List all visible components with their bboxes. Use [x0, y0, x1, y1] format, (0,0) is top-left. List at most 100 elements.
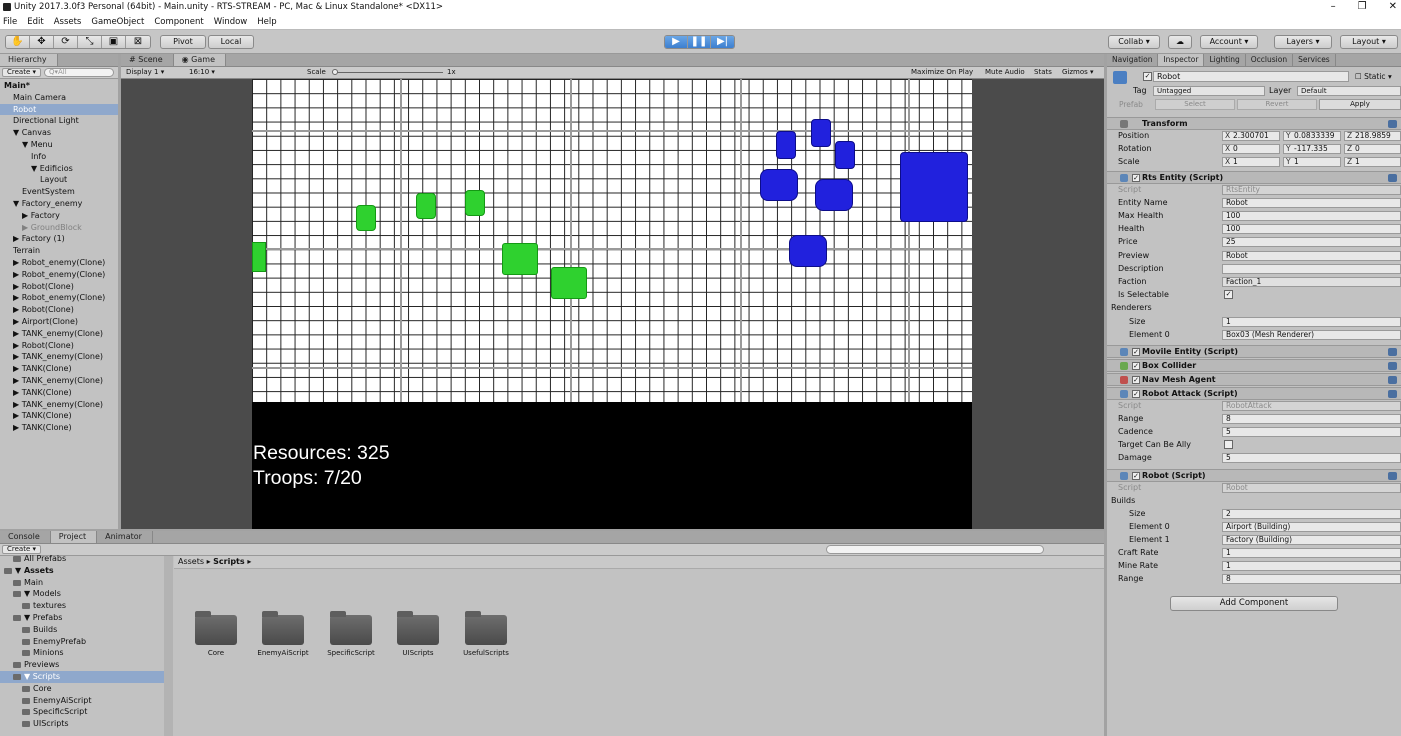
enemy-robot[interactable]: [835, 141, 855, 169]
faction-dropdown[interactable]: Faction_1: [1222, 277, 1401, 287]
local-toggle[interactable]: Local: [208, 35, 254, 49]
hierarchy-item[interactable]: ▶ TANK_enemy(Clone): [0, 375, 118, 387]
project-tree-item[interactable]: UIScripts: [0, 718, 164, 730]
hierarchy-item[interactable]: Layout: [0, 174, 118, 186]
maximize-on-play-toggle[interactable]: Maximize On Play: [911, 67, 973, 78]
scale-slider[interactable]: [333, 72, 443, 73]
player-tank[interactable]: [252, 242, 266, 272]
mine-rate-input[interactable]: 1: [1222, 561, 1401, 571]
builds-size-input[interactable]: 2: [1222, 509, 1401, 519]
player-tank[interactable]: [551, 267, 587, 299]
account-dropdown[interactable]: Account ▾: [1200, 35, 1258, 49]
project-tree-item[interactable]: ▼ Models: [0, 588, 164, 600]
position-y-field[interactable]: Y 0.0833339: [1283, 131, 1341, 141]
hierarchy-item[interactable]: EventSystem: [0, 186, 118, 198]
active-checkbox[interactable]: ✓: [1143, 72, 1152, 81]
builds-foldout[interactable]: Builds: [1111, 495, 1135, 507]
collab-button[interactable]: Collab ▾: [1108, 35, 1160, 49]
project-tree-item[interactable]: EnemyPrefab: [0, 636, 164, 648]
nav-mesh-agent-component-header[interactable]: ✓ Nav Mesh Agent: [1107, 373, 1401, 386]
craft-rate-input[interactable]: 1: [1222, 548, 1401, 558]
display-dropdown[interactable]: Display 1 ▾: [126, 67, 164, 78]
component-enabled-checkbox[interactable]: ✓: [1132, 362, 1140, 370]
enemy-robot[interactable]: [776, 131, 796, 159]
hierarchy-item[interactable]: ▶ Airport(Clone): [0, 316, 118, 328]
folder-icon[interactable]: [397, 611, 439, 645]
play-button[interactable]: ▶: [665, 36, 688, 48]
component-settings-icon[interactable]: [1388, 174, 1397, 182]
player-robot[interactable]: [416, 193, 436, 219]
tab-inspector[interactable]: Inspector: [1158, 54, 1205, 66]
project-tree-scrollbar[interactable]: [164, 556, 173, 736]
tab-scene[interactable]: # Scene: [121, 54, 174, 66]
prefab-revert-button[interactable]: Revert: [1237, 99, 1317, 110]
scale-slider-handle[interactable]: [332, 69, 338, 75]
position-z-field[interactable]: Z 218.9859: [1344, 131, 1401, 141]
stats-toggle[interactable]: Stats: [1034, 67, 1052, 78]
tab-services[interactable]: Services: [1293, 54, 1336, 66]
transform-tool-icon[interactable]: ⊠: [126, 36, 150, 48]
rotate-tool-icon[interactable]: ⟳: [54, 36, 78, 48]
project-tree-item[interactable]: Minions: [0, 647, 164, 659]
hierarchy-item[interactable]: ▶ Robot_enemy(Clone): [0, 269, 118, 281]
object-name-input[interactable]: Robot: [1153, 71, 1349, 82]
close-button[interactable]: ✕: [1389, 0, 1397, 14]
player-robot[interactable]: [356, 205, 376, 231]
layers-dropdown[interactable]: Layers ▾: [1274, 35, 1332, 49]
hierarchy-item[interactable]: ▶ Robot(Clone): [0, 340, 118, 352]
minimize-button[interactable]: –: [1331, 0, 1336, 14]
layout-dropdown[interactable]: Layout ▾: [1340, 35, 1398, 49]
rts-entity-component-header[interactable]: ✓ Rts Entity (Script): [1107, 171, 1401, 184]
enemy-tank[interactable]: [760, 169, 798, 201]
scale-y-field[interactable]: Y1: [1283, 157, 1341, 167]
hierarchy-item[interactable]: ▶ TANK(Clone): [0, 387, 118, 399]
menu-edit[interactable]: Edit: [27, 14, 43, 29]
hierarchy-item[interactable]: Main Camera: [0, 92, 118, 104]
layer-dropdown[interactable]: Default: [1297, 86, 1401, 96]
component-settings-icon[interactable]: [1388, 390, 1397, 398]
tab-navigation[interactable]: Navigation: [1107, 54, 1159, 66]
builds-element-1-field[interactable]: Factory (Building): [1222, 535, 1401, 545]
pivot-toggle[interactable]: Pivot: [160, 35, 206, 49]
menu-gameobject[interactable]: GameObject: [91, 14, 144, 29]
hierarchy-item[interactable]: ▼ Canvas: [0, 127, 118, 139]
hierarchy-item[interactable]: Main*: [0, 80, 118, 92]
hierarchy-item[interactable]: ▼ Menu: [0, 139, 118, 151]
menu-help[interactable]: Help: [257, 14, 276, 29]
menu-window[interactable]: Window: [214, 14, 248, 29]
component-settings-icon[interactable]: [1388, 376, 1397, 384]
project-tree-item[interactable]: SpecificScript: [0, 706, 164, 718]
rect-tool-icon[interactable]: ▣: [102, 36, 126, 48]
hierarchy-item[interactable]: ▶ TANK_enemy(Clone): [0, 351, 118, 363]
rotation-x-field[interactable]: X0: [1222, 144, 1280, 154]
transform-component-header[interactable]: Transform: [1107, 117, 1401, 130]
preview-object-field[interactable]: Robot: [1222, 251, 1401, 261]
component-enabled-checkbox[interactable]: ✓: [1132, 472, 1140, 480]
project-tree-item[interactable]: ▼ Scripts: [0, 670, 164, 683]
renderers-size-input[interactable]: 1: [1222, 317, 1401, 327]
folder-icon[interactable]: [465, 611, 507, 645]
enemy-robot[interactable]: [811, 119, 831, 147]
aspect-dropdown[interactable]: 16:10 ▾: [189, 67, 215, 78]
hierarchy-item[interactable]: ▶ TANK_enemy(Clone): [0, 399, 118, 411]
game-screen[interactable]: Resources: 325 Troops: 7/20: [252, 79, 972, 529]
project-tree-item[interactable]: Previews: [0, 659, 164, 671]
project-tree-item[interactable]: Core: [0, 683, 164, 695]
menu-file[interactable]: File: [3, 14, 17, 29]
hierarchy-search-input[interactable]: Q▾All: [44, 68, 114, 77]
project-tree-item[interactable]: ▼ Prefabs: [0, 612, 164, 624]
description-input[interactable]: [1222, 264, 1401, 274]
robot-script-component-header[interactable]: ✓ Robot (Script): [1107, 469, 1401, 482]
position-x-field[interactable]: X 2.300701: [1222, 131, 1280, 141]
cloud-icon[interactable]: ☁: [1168, 35, 1192, 49]
tab-console[interactable]: Console: [0, 531, 51, 543]
step-button[interactable]: ▶|: [711, 36, 734, 48]
breadcrumb-assets[interactable]: Assets ▸: [178, 557, 211, 566]
component-settings-icon[interactable]: [1388, 472, 1397, 480]
robot-range-input[interactable]: 8: [1222, 574, 1401, 584]
menu-assets[interactable]: Assets: [54, 14, 82, 29]
enemy-tank[interactable]: [815, 179, 853, 211]
hierarchy-item[interactable]: ▶ Robot(Clone): [0, 304, 118, 316]
gizmos-dropdown[interactable]: Gizmos ▾: [1062, 67, 1094, 78]
project-tree-item[interactable]: ▼ Assets: [0, 565, 164, 577]
